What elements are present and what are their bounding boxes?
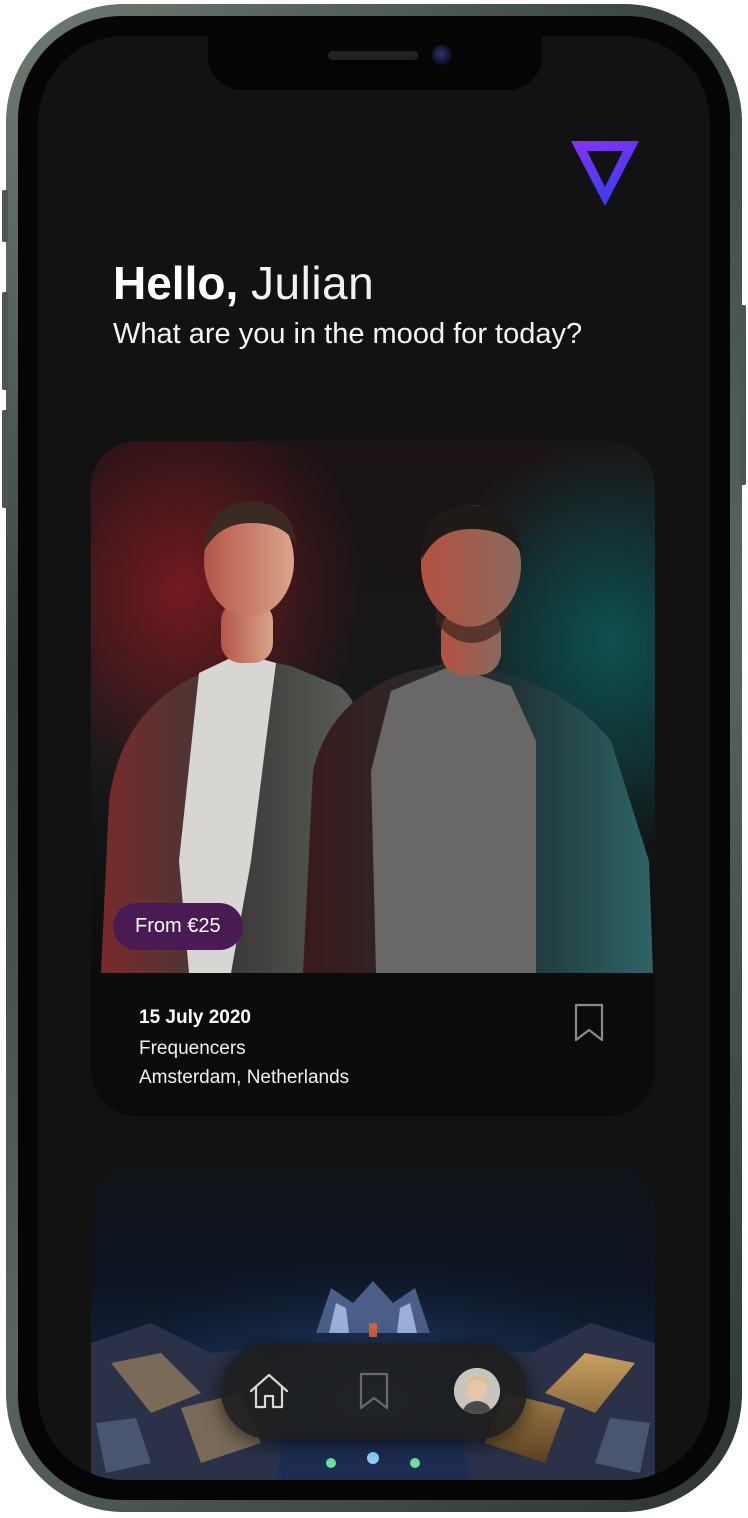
tab-home[interactable] [239, 1361, 299, 1421]
event-artist: Frequencers [139, 1038, 246, 1059]
bottom-tab-bar [221, 1343, 527, 1439]
avatar [454, 1368, 500, 1414]
greeting-subtitle: What are you in the mood for today? [113, 318, 583, 350]
event-location: Amsterdam, Netherlands [139, 1067, 350, 1088]
notch [208, 36, 542, 90]
earpiece-speaker [328, 51, 418, 60]
volume-down-button [2, 410, 8, 508]
volume-up-button [2, 292, 8, 390]
greeting-user-name: Julian [251, 257, 375, 309]
silent-switch [2, 190, 8, 242]
greeting-heading: Hello, Julian [113, 258, 374, 308]
power-button [740, 305, 746, 485]
bookmark-icon [359, 1372, 389, 1410]
greeting-hello: Hello, [113, 257, 239, 309]
event-photo: From €25 [91, 441, 655, 973]
event-info: 15 July 2020 Frequencers Amsterdam, Neth… [139, 1005, 349, 1092]
bookmark-icon[interactable] [573, 1003, 605, 1043]
tab-saved[interactable] [344, 1361, 404, 1421]
event-card[interactable]: From €25 15 July 2020 Frequencers Amster… [91, 441, 655, 1116]
front-camera [432, 45, 452, 65]
tab-profile[interactable] [447, 1361, 507, 1421]
triangle-logo-icon [569, 139, 641, 209]
home-icon [249, 1373, 289, 1409]
price-badge: From €25 [113, 903, 243, 950]
app-screen: Hello, Julian What are you in the mood f… [38, 36, 710, 1480]
event-date: 15 July 2020 [139, 1007, 251, 1028]
